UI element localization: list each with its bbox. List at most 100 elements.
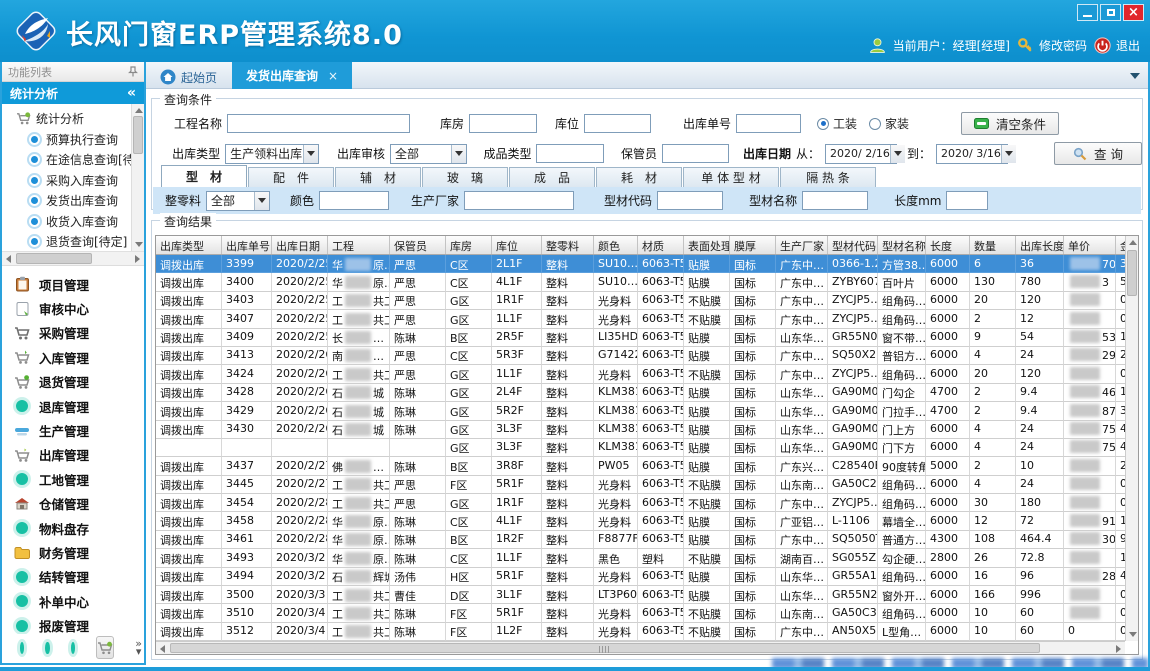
column-header-1[interactable]: 出库单号 (222, 236, 272, 254)
column-header-15[interactable]: 长度 (926, 236, 970, 254)
material-tab-7[interactable]: 隔 热 条 (780, 167, 876, 187)
column-header-12[interactable]: 生产厂家 (776, 236, 828, 254)
column-header-8[interactable]: 颜色 (594, 236, 638, 254)
project-name-input[interactable] (227, 114, 410, 133)
material-tab-5[interactable]: 耗 材 (596, 167, 682, 187)
column-header-3[interactable]: 工程 (328, 236, 390, 254)
sidebar-item-6[interactable]: 生产管理 (2, 418, 144, 442)
sidebar-item-7[interactable]: 出库管理 (2, 443, 144, 467)
column-header-2[interactable]: 出库日期 (272, 236, 328, 254)
scroll-left-icon[interactable] (160, 645, 165, 653)
close-button[interactable]: × (1123, 4, 1144, 21)
sidebar-item-3[interactable]: 入库管理 (2, 345, 144, 369)
collapse-icon[interactable]: « (127, 85, 136, 101)
table-row[interactable]: 调拨出库34282020/2/26石城陈琳G区2L4F整料KLM38176063… (156, 384, 1138, 402)
tree-vertical-scrollbar[interactable] (131, 104, 144, 251)
table-row[interactable]: 调拨出库34292020/2/26石城陈琳G区5R2F整料KLM38176063… (156, 402, 1138, 420)
table-row[interactable]: 调拨出库34092020/2/25长…陈琳B区2R5F整料LI35HD6063-… (156, 329, 1138, 347)
gongzhuang-radio[interactable]: 工装 (817, 115, 857, 132)
sidebar-item-1[interactable]: 审核中心 (2, 296, 144, 320)
material-tab-3[interactable]: 玻 璃 (422, 167, 508, 187)
profile-name-input[interactable] (802, 191, 868, 210)
profile-code-input[interactable] (657, 191, 723, 210)
sidebar-item-5[interactable]: 退库管理 (2, 394, 144, 418)
pin-icon[interactable] (128, 66, 138, 77)
dot-icon[interactable] (20, 642, 24, 654)
table-row[interactable]: G区3L3F整料KLM38176063-T5贴膜国标山东华…GA90M09…门下… (156, 439, 1138, 457)
table-row[interactable]: 调拨出库34002020/2/25华原…严思C区4L1F整料SU10…6063-… (156, 273, 1138, 291)
table-row[interactable]: 调拨出库34932020/3/2华原…陈琳C区1L1F整料黑色塑料不贴膜国标湖南… (156, 549, 1138, 567)
sidebar-item-9[interactable]: 仓储管理 (2, 492, 144, 516)
change-password-button[interactable]: 修改密码 (1017, 37, 1087, 54)
minimize-button[interactable] (1077, 4, 1098, 21)
tree-horizontal-scrollbar[interactable] (2, 252, 144, 266)
column-header-11[interactable]: 膜厚 (730, 236, 776, 254)
table-row[interactable]: 调拨出库34242020/2/26工共工程严思G区1L1F整料光身料6063-T… (156, 365, 1138, 383)
scroll-right-icon[interactable] (135, 255, 140, 263)
column-header-13[interactable]: 型材代码 (828, 236, 878, 254)
scroll-up-icon[interactable] (135, 108, 143, 113)
tab-home[interactable]: 起始页 (150, 65, 227, 89)
column-header-7[interactable]: 整零料 (542, 236, 594, 254)
sidebar-section-header[interactable]: 统计分析 « (2, 82, 144, 104)
table-vertical-scrollbar[interactable] (1125, 236, 1138, 641)
sidebar-item-0[interactable]: 项目管理 (2, 272, 144, 296)
sidebar-item-13[interactable]: 补单中心 (2, 589, 144, 613)
sidebar-item-12[interactable]: 结转管理 (2, 565, 144, 589)
outbound-order-input[interactable] (736, 114, 801, 133)
table-row[interactable]: 调拨出库34582020/2/28华原…陈琳C区4L1F整料光身料6063-T5… (156, 512, 1138, 530)
scroll-left-icon[interactable] (6, 255, 11, 263)
date-from-select[interactable]: 2020/ 2/16 (825, 144, 897, 164)
column-header-4[interactable]: 保管员 (390, 236, 446, 254)
product-type-input[interactable] (536, 144, 604, 163)
column-header-17[interactable]: 出库长度 (1016, 236, 1064, 254)
date-to-select[interactable]: 2020/ 3/16 (936, 144, 1008, 164)
material-tab-1[interactable]: 配 件 (248, 167, 334, 187)
whole-part-select[interactable]: 全部 (206, 191, 270, 211)
logout-button[interactable]: 退出 (1094, 37, 1140, 54)
clear-conditions-button[interactable]: 清空条件 (961, 112, 1059, 135)
scroll-up-icon[interactable] (1129, 240, 1137, 245)
material-tab-2[interactable]: 辅 材 (335, 167, 421, 187)
length-input[interactable] (946, 191, 988, 210)
tree-item-3[interactable]: 发货出库查询 (2, 191, 131, 212)
column-header-14[interactable]: 型材名称 (878, 236, 926, 254)
close-tab-icon[interactable]: × (328, 69, 338, 83)
table-row[interactable]: 调拨出库34942020/3/2石辉城汤伟H区5R1F整料光身料6063-T5贴… (156, 568, 1138, 586)
table-row[interactable]: 调拨出库33992020/2/25华原…严思C区2L1F整料SU10…6063-… (156, 255, 1138, 273)
material-tab-6[interactable]: 单 体 型 材 (683, 167, 779, 187)
table-row[interactable]: 调拨出库34612020/2/28华原…陈琳B区1R2F整料F8877FT606… (156, 531, 1138, 549)
tree-item-1[interactable]: 在途信息查询[待 (2, 150, 131, 171)
sidebar-item-4[interactable]: 退货管理 (2, 370, 144, 394)
tree-item-0[interactable]: 预算执行查询 (2, 129, 131, 150)
table-row[interactable]: 调拨出库35122020/3/4工共工程陈琳F区1L2F整料光身料6063-T5… (156, 623, 1138, 641)
scroll-right-icon[interactable] (1116, 645, 1121, 653)
scroll-down-icon[interactable] (1129, 632, 1137, 637)
table-row[interactable]: 调拨出库34132020/2/26南…严思C区5R3F整料G714226063-… (156, 347, 1138, 365)
column-header-9[interactable]: 材质 (638, 236, 684, 254)
radio-selected-icon[interactable] (817, 118, 829, 130)
column-header-16[interactable]: 数量 (970, 236, 1016, 254)
radio-unselected-icon[interactable] (869, 118, 881, 130)
table-row[interactable]: 调拨出库34372020/2/27佛…陈琳B区3R8F整料PW056063-T5… (156, 457, 1138, 475)
search-button[interactable]: 查 询 (1054, 142, 1142, 165)
table-row[interactable]: 调拨出库34032020/2/25工共工程严思G区1R1F整料光身料6063-T… (156, 292, 1138, 310)
material-tab-4[interactable]: 成 品 (509, 167, 595, 187)
table-row[interactable]: 调拨出库34072020/2/25工共工程严思G区1L1F整料光身料6063-T… (156, 310, 1138, 328)
jiazhuang-radio[interactable]: 家装 (869, 115, 909, 132)
column-header-6[interactable]: 库位 (492, 236, 542, 254)
table-row[interactable]: 调拨出库34452020/2/27工共工程严思F区5R1F整料光身料6063-T… (156, 476, 1138, 494)
table-row[interactable]: 调拨出库34542020/2/28工共工程严思G区1R1F整料光身料6063-T… (156, 494, 1138, 512)
column-header-5[interactable]: 库房 (446, 236, 492, 254)
color-input[interactable] (319, 191, 389, 210)
tree-item-4[interactable]: 收货入库查询 (2, 211, 131, 232)
table-row[interactable]: 调拨出库35002020/3/3工共工程曹佳D区3L1F整料LT3P606063… (156, 586, 1138, 604)
more-modules-button[interactable]: »▾ (135, 640, 142, 656)
sidebar-item-8[interactable]: 工地管理 (2, 467, 144, 491)
dot-icon[interactable] (45, 642, 49, 654)
table-row[interactable]: 调拨出库35102020/3/4工共工程陈琳F区5R1F整料光身料6063-T5… (156, 604, 1138, 622)
column-header-18[interactable]: 单价 (1064, 236, 1116, 254)
table-horizontal-scrollbar[interactable] (156, 641, 1125, 654)
maximize-button[interactable] (1100, 4, 1121, 21)
column-header-0[interactable]: 出库类型 (156, 236, 222, 254)
